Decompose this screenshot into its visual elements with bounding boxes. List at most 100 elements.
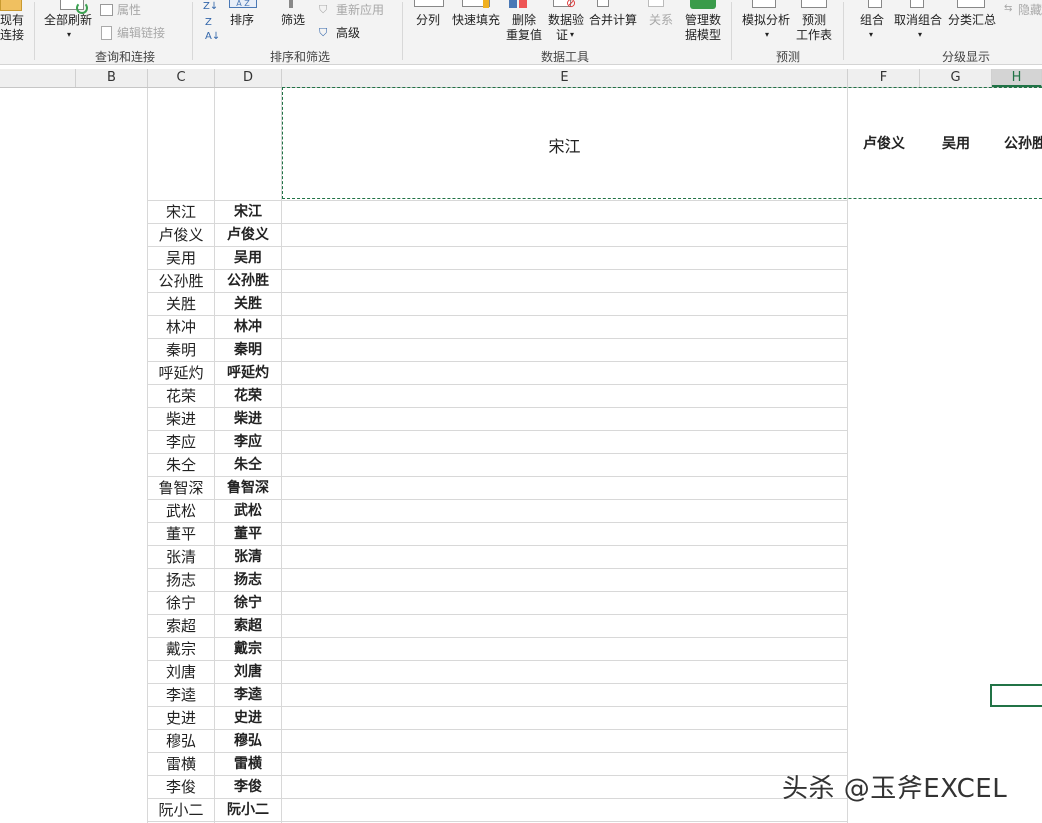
cell-c[interactable]: 张清 (148, 546, 214, 569)
subtotal-icon (957, 0, 985, 8)
cell-d[interactable]: 花荣 (215, 385, 281, 408)
ungroup-button[interactable]: 取消组合 (894, 13, 942, 27)
what-if-analysis-button[interactable]: 模拟分析 (742, 13, 790, 27)
cell-d[interactable]: 扬志 (215, 569, 281, 592)
cell-d[interactable]: 刘唐 (215, 661, 281, 684)
ungroup-dropdown-icon[interactable]: ▾ (918, 28, 922, 42)
cell-d[interactable]: 林冲 (215, 316, 281, 339)
cell-c[interactable]: 扬志 (148, 569, 214, 592)
forecast-sheet-button[interactable]: 预测 (802, 13, 826, 27)
cell-c[interactable]: 刘唐 (148, 661, 214, 684)
cell-d[interactable]: 柴进 (215, 408, 281, 431)
cell-d[interactable]: 阮小二 (215, 799, 281, 822)
cell-d[interactable]: 戴宗 (215, 638, 281, 661)
cell-c[interactable]: 吴用 (148, 247, 214, 270)
selected-cell[interactable] (990, 684, 1042, 707)
cell-c[interactable]: 李俊 (148, 776, 214, 799)
group-label-forecast: 预测 (775, 50, 800, 64)
cell-c[interactable]: 徐宁 (148, 592, 214, 615)
text-to-columns-button[interactable]: 分列 (416, 13, 440, 27)
cell-c[interactable]: 秦明 (148, 339, 214, 362)
cell-c[interactable]: 鲁智深 (148, 477, 214, 500)
cell-c[interactable]: 穆弘 (148, 730, 214, 753)
cell-c[interactable]: 戴宗 (148, 638, 214, 661)
cell-c[interactable]: 雷横 (148, 753, 214, 776)
filter-button[interactable]: 筛选 (281, 13, 305, 27)
cell-d[interactable]: 索超 (215, 615, 281, 638)
subtotal-button[interactable]: 分类汇总 (948, 13, 996, 27)
cell-d[interactable]: 李俊 (215, 776, 281, 799)
cell-c[interactable]: 董平 (148, 523, 214, 546)
flash-fill-button[interactable]: 快速填充 (452, 13, 500, 27)
existing-connections-icon[interactable] (0, 0, 22, 11)
ungroup-icon (910, 0, 924, 8)
cell-c[interactable]: 索超 (148, 615, 214, 638)
cell-c[interactable]: 呼延灼 (148, 362, 214, 385)
cell-d[interactable]: 史进 (215, 707, 281, 730)
cell-d[interactable]: 李逵 (215, 684, 281, 707)
existing-connections-label-top[interactable]: 现有 (0, 13, 24, 27)
sort-button[interactable]: 排序 (230, 13, 254, 27)
cell-d[interactable]: 张清 (215, 546, 281, 569)
cell-d[interactable]: 徐宁 (215, 592, 281, 615)
what-if-dropdown-icon[interactable]: ▾ (765, 28, 769, 42)
cell-c[interactable]: 关胜 (148, 293, 214, 316)
cell-d[interactable]: 卢俊义 (215, 224, 281, 247)
cell-d[interactable]: 董平 (215, 523, 281, 546)
remove-duplicates-button-line2[interactable]: 重复值 (506, 28, 542, 42)
column-header-c[interactable]: C (148, 69, 215, 87)
refresh-dropdown-icon[interactable]: ▾ (67, 28, 71, 42)
cell-d[interactable]: 秦明 (215, 339, 281, 362)
cell-c[interactable]: 林冲 (148, 316, 214, 339)
cell-c[interactable]: 史进 (148, 707, 214, 730)
column-header-e[interactable]: E (282, 69, 848, 87)
cell-d[interactable]: 雷横 (215, 753, 281, 776)
cell-d[interactable]: 吴用 (215, 247, 281, 270)
group-dropdown-icon[interactable]: ▾ (869, 28, 873, 42)
cell-c[interactable]: 宋江 (148, 201, 214, 224)
cell-d[interactable]: 武松 (215, 500, 281, 523)
properties-button[interactable]: 属性 (117, 3, 141, 17)
edit-links-button[interactable]: 编辑链接 (117, 26, 165, 40)
cell-d[interactable]: 朱仝 (215, 454, 281, 477)
data-validation-button[interactable]: 数据验 (548, 13, 584, 27)
cell-d[interactable]: 公孙胜 (215, 270, 281, 293)
existing-connections-label-bottom[interactable]: 连接 (0, 28, 24, 42)
forecast-sheet-button-line2[interactable]: 工作表 (796, 28, 832, 42)
cell-d[interactable]: 呼延灼 (215, 362, 281, 385)
data-validation-button-line2[interactable]: 证 (556, 28, 568, 42)
manage-data-model-button[interactable]: 管理数 (685, 13, 721, 27)
consolidate-button[interactable]: 合并计算 (589, 13, 637, 27)
column-header-d[interactable]: D (215, 69, 282, 87)
remove-duplicates-button[interactable]: 删除 (512, 13, 536, 27)
cell-c[interactable]: 阮小二 (148, 799, 214, 822)
column-header-h[interactable]: H (992, 69, 1042, 87)
sort-az-icon[interactable]: Z A↓ (205, 16, 220, 44)
group-button[interactable]: 组合 (860, 13, 884, 27)
cell-d[interactable]: 鲁智深 (215, 477, 281, 500)
column-header-a[interactable] (0, 69, 76, 87)
cell-c[interactable]: 武松 (148, 500, 214, 523)
cell-c[interactable]: 花荣 (148, 385, 214, 408)
cell-c[interactable]: 卢俊义 (148, 224, 214, 247)
sort-za-icon[interactable]: Z↓ (203, 0, 218, 14)
cell-c[interactable]: 李应 (148, 431, 214, 454)
column-header-f[interactable]: F (848, 69, 920, 87)
advanced-button[interactable]: 高级 (336, 26, 360, 40)
cell-c[interactable]: 朱仝 (148, 454, 214, 477)
cell-d[interactable]: 宋江 (215, 201, 281, 224)
cell-d[interactable]: 李应 (215, 431, 281, 454)
column-header-b[interactable]: B (76, 69, 148, 87)
validation-dropdown-icon[interactable]: ▾ (570, 28, 574, 42)
cell-d[interactable]: 穆弘 (215, 730, 281, 753)
cell-c[interactable]: 公孙胜 (148, 270, 214, 293)
relationships-button[interactable]: 关系 (649, 13, 673, 27)
refresh-all-button[interactable]: 全部刷新 (44, 13, 92, 27)
manage-data-model-button-line2[interactable]: 据模型 (685, 28, 721, 42)
cell-c[interactable]: 李逵 (148, 684, 214, 707)
reapply-button[interactable]: 重新应用 (336, 3, 384, 17)
hide-detail-button[interactable]: 隐藏 (1018, 3, 1042, 17)
column-header-g[interactable]: G (920, 69, 992, 87)
cell-c[interactable]: 柴进 (148, 408, 214, 431)
cell-d[interactable]: 关胜 (215, 293, 281, 316)
